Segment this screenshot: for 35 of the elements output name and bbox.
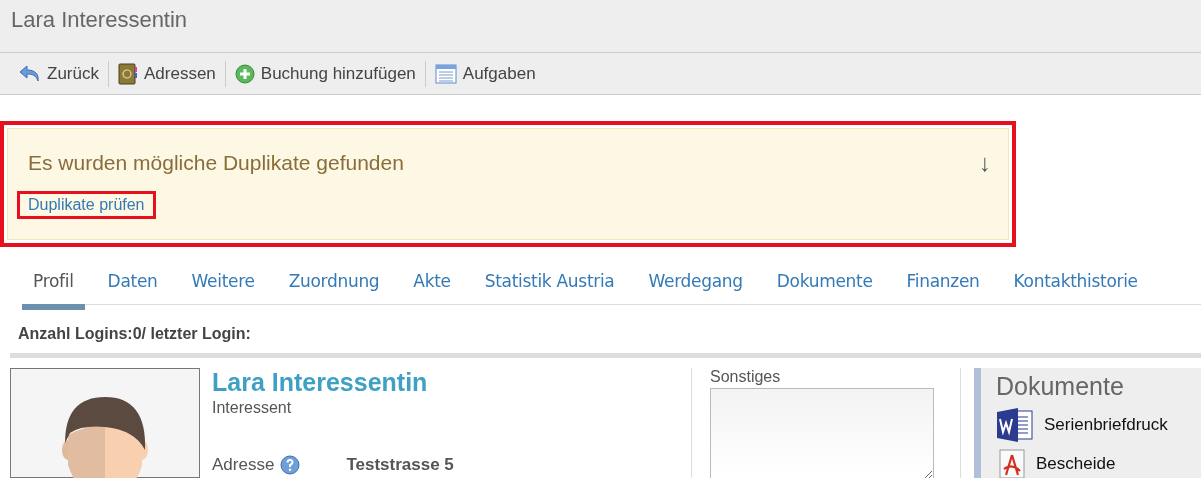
notes-field[interactable] [710, 388, 934, 478]
toolbar-button[interactable]: Adressen [113, 60, 220, 87]
tab[interactable]: Akte [402, 265, 462, 310]
toolbar-button[interactable]: Zurück [15, 60, 103, 87]
tab[interactable]: Dokumente [765, 265, 884, 310]
document-link[interactable]: Serienbriefdruck [1044, 415, 1168, 435]
person-role: Interessent [212, 399, 293, 417]
tab[interactable]: Finanzen [895, 265, 991, 310]
panel-title: Dokumente [996, 372, 1125, 401]
check-duplicates-link[interactable]: Duplikate prüfen [28, 196, 145, 213]
page-title: Lara Interessentin [11, 7, 189, 33]
plus-circle-icon [234, 63, 255, 84]
tab[interactable]: Profil [22, 265, 85, 310]
notes-label: Sonstiges [710, 368, 782, 386]
tab[interactable]: Werdegang [637, 265, 754, 310]
login-info: Anzahl Logins:0/ letzter Login: [18, 325, 251, 342]
tab[interactable]: Weitere [180, 265, 266, 310]
tab[interactable]: Zuordnung [277, 265, 391, 310]
document-link[interactable]: Bescheide [1036, 454, 1116, 474]
toolbar-button[interactable]: Aufgaben [430, 60, 540, 87]
word-document-icon [996, 407, 1034, 443]
person-silhouette-icon [60, 395, 150, 478]
tab[interactable]: Kontakthistorie [1002, 265, 1149, 310]
tab[interactable]: Statistik Austria [473, 265, 626, 310]
expand-toggle[interactable]: ↓ [979, 149, 991, 177]
address-label: Adresse [212, 455, 275, 475]
person-name: Lara Interessentin [212, 368, 429, 397]
toolbar-button[interactable]: Buchung hinzufügen [230, 60, 420, 87]
tab[interactable]: Daten [96, 265, 169, 310]
address-street: Teststrasse 5 [346, 455, 454, 475]
alert-message: Es wurden mögliche Duplikate gefunden [28, 151, 404, 175]
list-window-icon [434, 63, 457, 84]
address-book-icon [117, 62, 138, 85]
back-arrow-icon [19, 63, 41, 84]
help-icon[interactable] [280, 455, 301, 475]
